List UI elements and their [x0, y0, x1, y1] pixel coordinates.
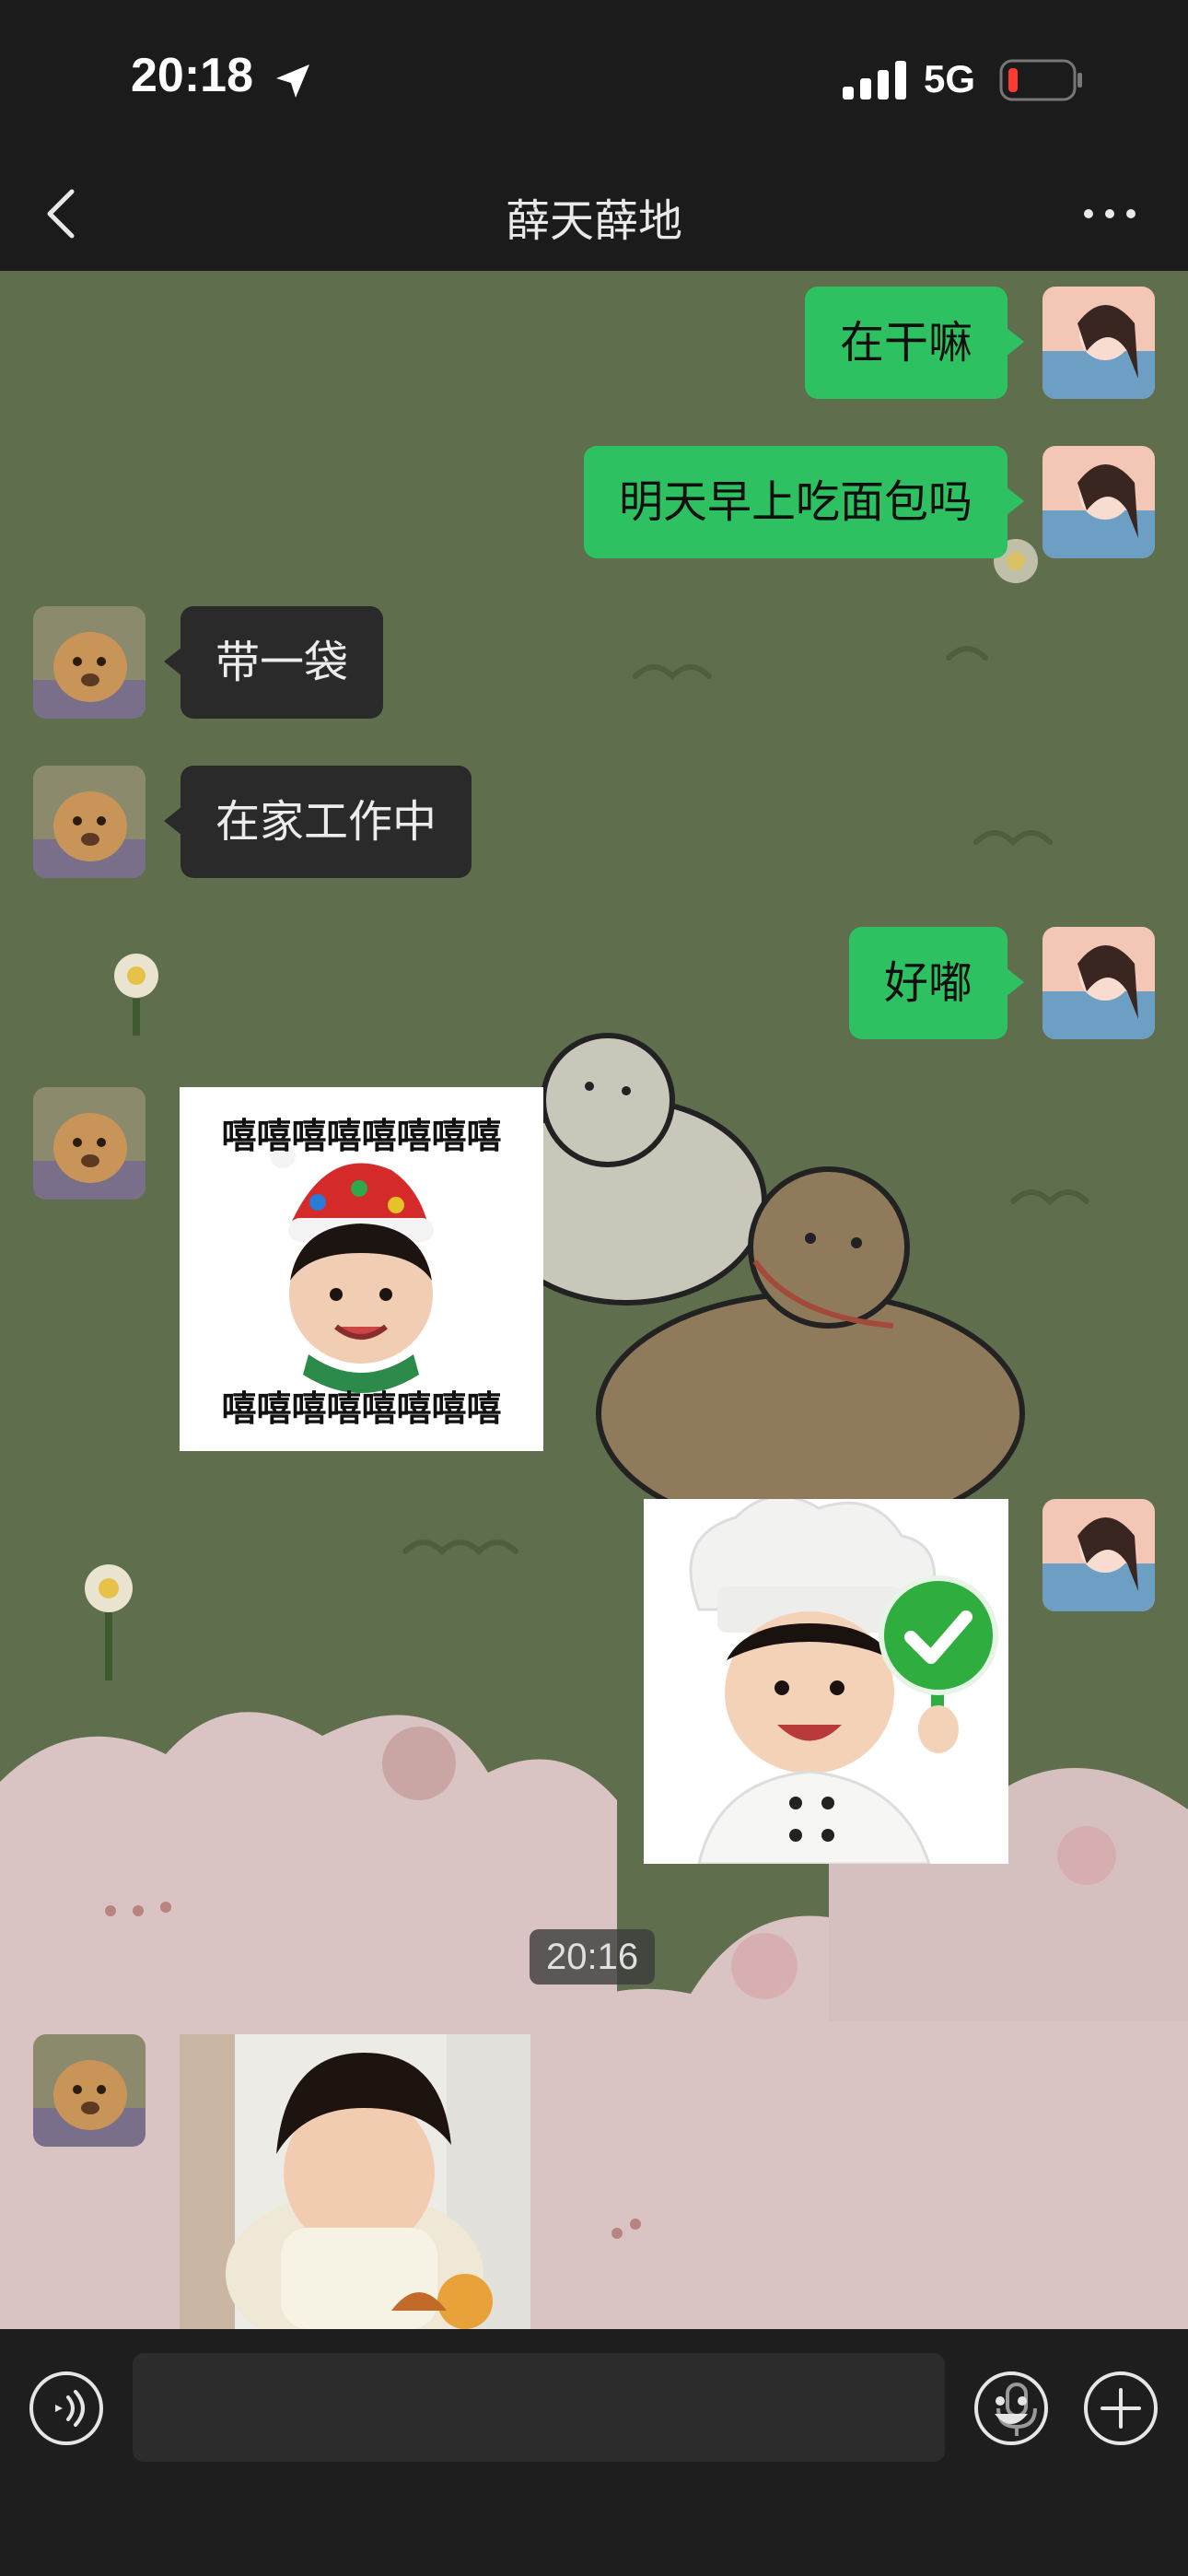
- message-bubble-outgoing[interactable]: 明天早上吃面包吗: [583, 446, 1025, 558]
- contact-avatar[interactable]: [33, 1087, 146, 1200]
- status-bar: 20:18 5G: [0, 0, 1188, 157]
- cellular-signal-icon: [843, 61, 906, 100]
- chat-wallpaper: [0, 271, 1188, 2329]
- message-bubble-incoming[interactable]: 在家工作中: [163, 766, 472, 878]
- chat-area[interactable]: 在干嘛 明天早上吃面包吗 带一袋 在家工作中 好嘟 嘻嘻嘻嘻嘻嘻嘻嘻 嘻嘻嘻嘻嘻…: [0, 271, 1188, 2329]
- message-bubble-incoming[interactable]: 带一袋: [163, 606, 384, 719]
- location-arrow-icon: [276, 64, 309, 98]
- network-type: 5G: [924, 57, 976, 100]
- message-bubble-outgoing[interactable]: 好嘟: [848, 927, 1025, 1039]
- baby-chef-checkmark-sticker: [644, 1499, 1008, 1864]
- my-avatar[interactable]: [1042, 446, 1155, 558]
- contact-avatar[interactable]: [33, 2034, 146, 2147]
- message-input-field[interactable]: [133, 2353, 1037, 2462]
- voice-toggle-icon[interactable]: [28, 2370, 105, 2447]
- sticker-caption-bottom: 嘻嘻嘻嘻嘻嘻嘻嘻: [221, 1388, 502, 1429]
- plus-icon[interactable]: [1082, 2370, 1159, 2447]
- my-avatar[interactable]: [1042, 927, 1155, 1039]
- sticker-caption-top: 嘻嘻嘻嘻嘻嘻嘻嘻: [221, 1116, 502, 1156]
- input-bar: [0, 2329, 1188, 2576]
- contact-avatar[interactable]: [33, 766, 146, 878]
- my-avatar[interactable]: [1042, 287, 1155, 399]
- my-avatar[interactable]: [1042, 1499, 1155, 1611]
- emoji-icon[interactable]: [973, 2370, 1050, 2447]
- chat-title: 薛天薛地: [505, 195, 682, 247]
- contact-avatar[interactable]: [33, 606, 146, 719]
- status-time: 20:18: [131, 49, 253, 102]
- message-timestamp: 20:16: [530, 1929, 656, 1985]
- baby-photo-image: [180, 2034, 530, 2329]
- sticker-message[interactable]: 嘻嘻嘻嘻嘻嘻嘻嘻 嘻嘻嘻嘻嘻嘻嘻嘻: [180, 1087, 543, 1451]
- more-dots-icon[interactable]: [1077, 193, 1142, 234]
- message-bubble-outgoing[interactable]: 在干嘛: [804, 287, 1025, 399]
- message-input[interactable]: [155, 2353, 855, 2462]
- battery-low-icon: [999, 59, 1082, 101]
- image-message[interactable]: [180, 2034, 530, 2329]
- sticker-message[interactable]: [644, 1499, 1008, 1864]
- chat-header: 薛天薛地: [0, 157, 1188, 271]
